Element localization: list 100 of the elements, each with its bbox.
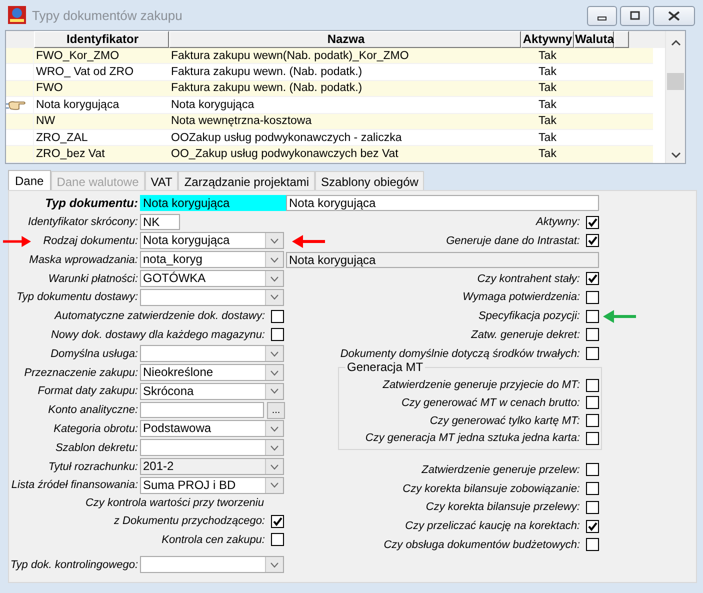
caret-icon bbox=[270, 464, 279, 470]
pointing-hand-icon bbox=[5, 98, 27, 111]
checkbox[interactable] bbox=[586, 347, 599, 360]
field-label: Kontrola cen zakupu: bbox=[160, 534, 266, 546]
scroll-up-icon[interactable] bbox=[670, 39, 680, 47]
field-label: Czy generować MT w cenach brutto: bbox=[400, 396, 581, 409]
field-label: Czy obsługa dokumentów budżetowych: bbox=[382, 538, 581, 551]
check-icon bbox=[587, 520, 598, 532]
tab[interactable]: Zarządzanie projektami bbox=[178, 171, 316, 191]
checkbox[interactable] bbox=[586, 216, 599, 229]
text-field[interactable]: Nota korygująca bbox=[286, 195, 599, 212]
table-cell-text: Faktura zakupu wewn. (Nab. podatk.) bbox=[170, 66, 364, 78]
scroll-thumb[interactable] bbox=[667, 73, 684, 90]
field-label: Zatwierdzenie generuje przelew: bbox=[420, 464, 581, 476]
column-header[interactable]: Nazwa bbox=[169, 31, 521, 48]
caret-icon bbox=[270, 388, 279, 394]
table-cell-text: Tak bbox=[538, 115, 558, 128]
table-cell-text: ZRO_bez Vat bbox=[35, 148, 106, 160]
table-cell-text: Tak bbox=[538, 66, 558, 78]
maximize-button[interactable] bbox=[620, 6, 650, 26]
field-label: Szablon dekretu: bbox=[54, 442, 139, 454]
field-label: Czy korekta bilansuje przelewy: bbox=[424, 501, 581, 514]
table-cell-text: Nota wewnętrzna-kosztowa bbox=[170, 115, 313, 128]
column-header[interactable]: Aktywny bbox=[521, 31, 574, 48]
field-label: Lista źródeł finansowania: bbox=[10, 479, 139, 492]
close-button[interactable] bbox=[653, 6, 695, 26]
dropdown[interactable]: nota_koryg bbox=[140, 251, 284, 268]
field-label: z Dokumentu przychodzącego: bbox=[112, 515, 266, 528]
checkbox[interactable] bbox=[586, 463, 599, 476]
tab[interactable]: VAT bbox=[144, 171, 178, 191]
table-cell-text: ZRO_ZAL bbox=[35, 132, 89, 144]
field-label: Czy generować tylko kartę MT: bbox=[428, 414, 581, 427]
check-icon bbox=[587, 235, 598, 246]
text-field[interactable]: NK bbox=[140, 214, 180, 230]
minimize-button[interactable] bbox=[587, 6, 617, 26]
dropdown[interactable]: Suma PROJ i BD bbox=[140, 476, 284, 494]
column-header[interactable]: Identyfikator bbox=[34, 31, 169, 48]
field-label: Domyślna usługa: bbox=[50, 348, 139, 360]
field-label: Tytuł rozrachunku: bbox=[47, 460, 139, 473]
field-label: Dokumenty domyślnie dotyczą środków trwałych: bbox=[339, 348, 581, 360]
checkbox[interactable] bbox=[271, 328, 284, 342]
checkbox[interactable] bbox=[586, 538, 599, 552]
text-field[interactable] bbox=[140, 402, 264, 418]
field-label: Wymaga potwierdzenia: bbox=[462, 291, 581, 304]
checkbox[interactable] bbox=[586, 520, 599, 533]
text-field[interactable]: Nota korygująca bbox=[140, 195, 286, 212]
scroll-down-icon[interactable] bbox=[670, 151, 680, 159]
scrollbar[interactable] bbox=[665, 31, 685, 163]
table-cell-text: FWO bbox=[35, 82, 64, 94]
checkbox[interactable] bbox=[586, 310, 599, 323]
dropdown[interactable]: GOTÓWKA bbox=[140, 270, 284, 288]
check-icon bbox=[587, 216, 598, 228]
caret-icon bbox=[270, 350, 279, 357]
field-label: Maska wprowadzania: bbox=[28, 254, 139, 266]
field-label: Zatwierdzenie generuje przyjecie do MT: bbox=[382, 379, 581, 392]
dropdown[interactable]: Nota korygująca bbox=[140, 232, 284, 250]
checkbox[interactable] bbox=[586, 234, 599, 248]
close-icon bbox=[668, 11, 680, 21]
table-cell-text: OOZakup usług podwykonawczych - zaliczka bbox=[170, 132, 403, 144]
tab[interactable]: Dane bbox=[8, 170, 51, 191]
field-label: Zatw. generuje dekret: bbox=[470, 328, 581, 341]
checkbox[interactable] bbox=[586, 432, 599, 445]
checkbox[interactable] bbox=[586, 328, 599, 342]
field-label: Generuje dane do Intrastat: bbox=[445, 234, 581, 247]
caret-icon bbox=[270, 562, 279, 568]
checkbox[interactable] bbox=[586, 378, 599, 392]
table-cell-text: Tak bbox=[538, 50, 558, 62]
caret-icon bbox=[270, 370, 279, 376]
table-cell-text: Tak bbox=[538, 148, 558, 160]
table-cell-text: Nota korygująca bbox=[35, 98, 120, 111]
table-cell-text: Tak bbox=[538, 132, 558, 144]
field-label: Specyfikacja pozycji: bbox=[478, 310, 581, 322]
field-label: Aktywny: bbox=[534, 216, 581, 228]
dropdown[interactable]: Podstawowa bbox=[140, 420, 284, 438]
checkbox[interactable] bbox=[586, 290, 599, 304]
window-title: Typy dokumentów zakupu bbox=[32, 8, 184, 22]
check-icon bbox=[272, 516, 283, 527]
column-header[interactable]: Waluta bbox=[574, 31, 614, 48]
checkbox[interactable] bbox=[586, 396, 599, 410]
table-cell-text: Faktura zakupu wewn(Nab. podatk)_Kor_ZMO bbox=[170, 50, 410, 62]
checkbox[interactable] bbox=[586, 482, 599, 496]
browse-button[interactable]: ... bbox=[267, 402, 285, 419]
checkbox[interactable] bbox=[271, 533, 284, 546]
caret-icon bbox=[270, 294, 279, 300]
table-cell-text: Faktura zakupu wewn. (Nab. podatk.) bbox=[170, 82, 364, 94]
check-icon bbox=[587, 273, 598, 284]
field-label: Czy kontrahent stały: bbox=[476, 272, 581, 285]
checkbox[interactable] bbox=[271, 514, 284, 528]
checkbox[interactable] bbox=[586, 500, 599, 514]
dropdown[interactable]: Nieokreślone bbox=[140, 364, 284, 382]
checkbox[interactable] bbox=[271, 310, 284, 323]
field-label: Nowy dok. dostawy dla każdego magazynu: bbox=[50, 328, 266, 341]
field-label: Warunki płatności: bbox=[47, 272, 139, 285]
table-cell-text: Tak bbox=[538, 82, 558, 94]
dropdown[interactable]: Skrócona bbox=[140, 382, 284, 400]
caret-icon bbox=[270, 238, 279, 244]
app-icon bbox=[8, 6, 26, 24]
checkbox[interactable] bbox=[586, 414, 599, 428]
checkbox[interactable] bbox=[586, 272, 599, 286]
tab[interactable]: Szablony obiegów bbox=[315, 171, 424, 191]
